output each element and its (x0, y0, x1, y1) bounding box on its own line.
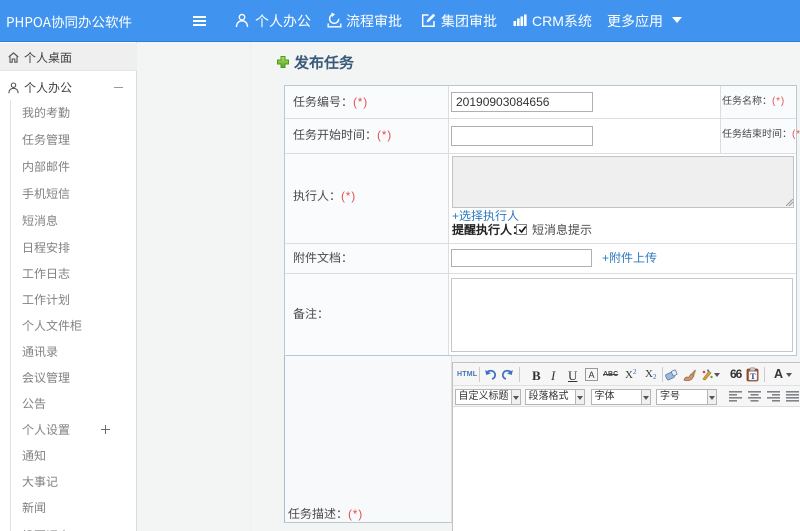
svg-text:T: T (750, 372, 756, 381)
